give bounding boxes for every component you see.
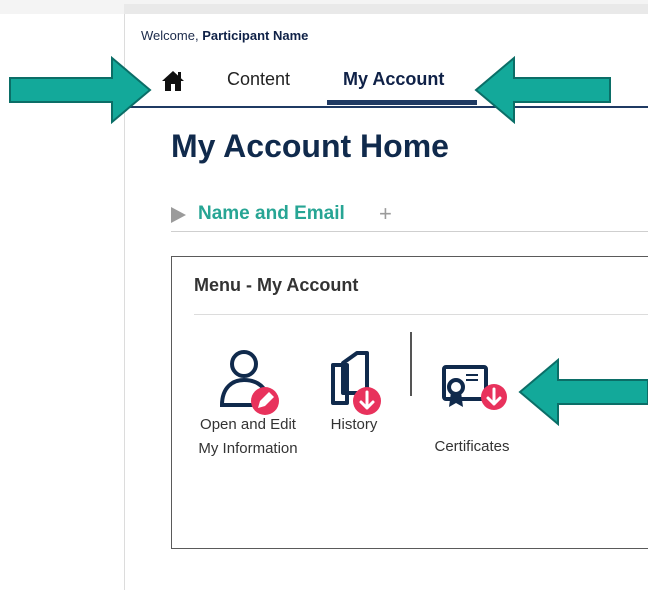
welcome-message: Welcome, Participant Name (141, 28, 308, 43)
plus-icon[interactable]: + (379, 201, 392, 227)
welcome-prefix: Welcome, (141, 28, 199, 43)
expand-triangle-icon[interactable] (171, 207, 186, 223)
menu-item-history[interactable]: History (318, 349, 390, 437)
name-email-section[interactable]: Name and Email + (171, 201, 648, 232)
menu-item-certificates[interactable]: Certificates (420, 363, 524, 459)
annotation-arrow-certificates (518, 358, 648, 426)
window-top-strip (0, 0, 648, 14)
menu-item-label: Certificates (434, 438, 510, 455)
vertical-divider (410, 332, 412, 396)
active-tab-indicator (327, 100, 477, 105)
user-name: Participant Name (202, 28, 309, 43)
menu-item-label: History (330, 416, 378, 433)
menu-item-label: Open and Edit My Information (198, 416, 298, 457)
certificate-icon (442, 365, 507, 410)
menu-divider (194, 314, 648, 315)
tab-content[interactable]: Content (227, 69, 290, 90)
menu-title: Menu - My Account (194, 275, 359, 295)
menu-item-edit-information[interactable]: Open and Edit My Information (192, 349, 304, 461)
documents-icon (331, 351, 381, 415)
home-icon[interactable] (161, 70, 185, 92)
annotation-arrow-home (9, 56, 152, 124)
tab-my-account[interactable]: My Account (343, 69, 444, 90)
annotation-arrow-my-account (474, 56, 611, 124)
section-label[interactable]: Name and Email (198, 203, 345, 225)
user-edit-icon (219, 350, 279, 415)
page-title: My Account Home (171, 128, 449, 164)
